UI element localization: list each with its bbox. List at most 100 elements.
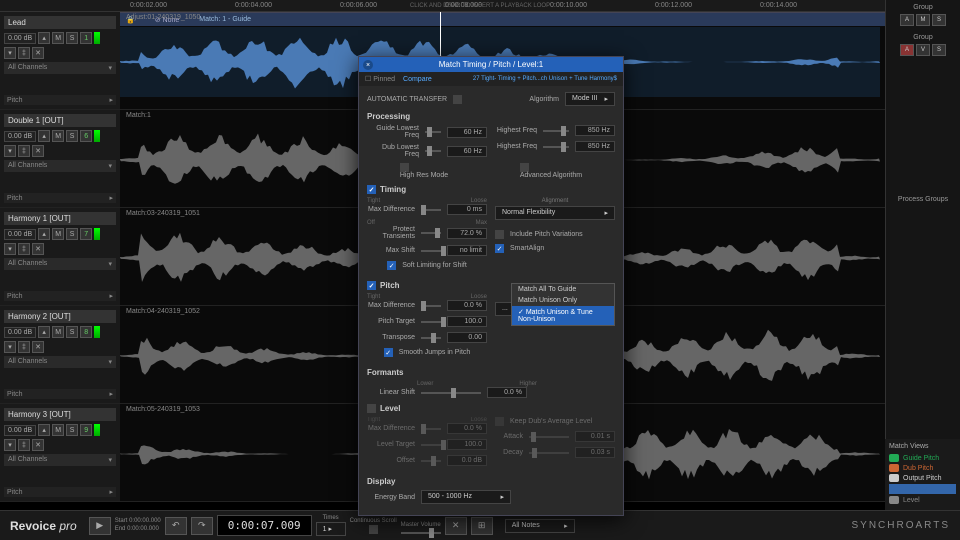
- auto-transfer-checkbox[interactable]: [453, 95, 462, 104]
- mute-button[interactable]: M: [52, 326, 64, 338]
- mute-button[interactable]: M: [52, 32, 64, 44]
- db-up-button[interactable]: ▴: [38, 130, 50, 142]
- solo-button[interactable]: S: [66, 32, 78, 44]
- track-num[interactable]: 7: [80, 228, 92, 240]
- timeline-ruler[interactable]: 0:00:02.000 0:00:04.000 0:00:06.000 0:00…: [0, 0, 960, 12]
- db-value[interactable]: 0.00 dB: [4, 131, 36, 142]
- track-name[interactable]: Harmony 3 [OUT]: [4, 408, 116, 421]
- dd-match-unison[interactable]: Match Unison Only: [512, 295, 614, 306]
- play-button[interactable]: ▶: [89, 517, 111, 535]
- collapse-button[interactable]: ▾: [4, 145, 16, 157]
- match-view-item[interactable]: Output Pitch: [889, 474, 956, 482]
- group-s2-button[interactable]: S: [932, 44, 946, 56]
- track-name[interactable]: Harmony 1 [OUT]: [4, 212, 116, 225]
- mute-button[interactable]: M: [52, 228, 64, 240]
- track-num[interactable]: 8: [80, 326, 92, 338]
- timing-checkbox[interactable]: ✓: [367, 185, 376, 194]
- redo-button[interactable]: ↷: [191, 517, 213, 535]
- undo-button[interactable]: ↶: [165, 517, 187, 535]
- match-view-item[interactable]: Energy: [889, 484, 956, 494]
- pitch-label[interactable]: Pitch▸: [4, 95, 116, 105]
- height-button[interactable]: ‡: [18, 341, 30, 353]
- alignment-dropdown[interactable]: Normal Flexibility▸: [495, 206, 615, 220]
- lock-off-button[interactable]: ✕: [32, 341, 44, 353]
- collapse-button[interactable]: ▾: [4, 243, 16, 255]
- channels-dropdown[interactable]: All Channels▾: [4, 356, 116, 368]
- soft-limit-checkbox[interactable]: ✓: [387, 261, 396, 270]
- track-num[interactable]: 1: [80, 32, 92, 44]
- times-dropdown[interactable]: 1 ▸: [316, 522, 346, 536]
- collapse-button[interactable]: ▾: [4, 47, 16, 59]
- track-name[interactable]: Lead: [4, 16, 116, 29]
- match-view-item[interactable]: Level: [889, 496, 956, 504]
- compare-button[interactable]: Compare: [403, 76, 432, 83]
- smartalign-checkbox[interactable]: ✓: [495, 244, 504, 253]
- all-notes-dropdown[interactable]: All Notes▸: [505, 519, 575, 533]
- track-num[interactable]: 9: [80, 424, 92, 436]
- height-button[interactable]: ‡: [18, 47, 30, 59]
- collapse-button[interactable]: ▾: [4, 439, 16, 451]
- pitch-label[interactable]: Pitch▸: [4, 487, 116, 497]
- dialog-title-bar[interactable]: × Match Timing / Pitch / Level:1: [359, 57, 623, 72]
- solo-button[interactable]: S: [66, 326, 78, 338]
- scroll-checkbox[interactable]: [369, 525, 378, 534]
- energy-band-dropdown[interactable]: 500 - 1000 Hz▸: [421, 490, 511, 504]
- solo-button[interactable]: S: [66, 228, 78, 240]
- tool-button-1[interactable]: ✕: [445, 517, 467, 535]
- mute-button[interactable]: M: [52, 424, 64, 436]
- guide-bar[interactable]: 🔒 ⊘ None Match: 1 - Guide: [120, 12, 885, 26]
- channels-dropdown[interactable]: All Channels▾: [4, 454, 116, 466]
- db-up-button[interactable]: ▴: [38, 326, 50, 338]
- group-s-button[interactable]: S: [932, 14, 946, 26]
- high-res-checkbox[interactable]: [400, 163, 409, 172]
- group-v-button[interactable]: V: [916, 44, 930, 56]
- channels-dropdown[interactable]: All Channels▾: [4, 258, 116, 270]
- close-icon[interactable]: ×: [363, 60, 373, 70]
- collapse-button[interactable]: ▾: [4, 341, 16, 353]
- pitch-maxdiff-slider[interactable]: [421, 302, 441, 310]
- height-button[interactable]: ‡: [18, 243, 30, 255]
- solo-button[interactable]: S: [66, 424, 78, 436]
- lock-off-button[interactable]: ✕: [32, 439, 44, 451]
- db-value[interactable]: 0.00 dB: [4, 229, 36, 240]
- match-view-item[interactable]: Guide Pitch: [889, 454, 956, 462]
- dd-match-all[interactable]: Match All To Guide: [512, 284, 614, 295]
- height-button[interactable]: ‡: [18, 439, 30, 451]
- lock-off-button[interactable]: ✕: [32, 145, 44, 157]
- pitch-target-slider[interactable]: [421, 318, 441, 326]
- track-name[interactable]: Double 1 [OUT]: [4, 114, 116, 127]
- preset-dropdown[interactable]: 27 Tight- Timing + Pitch...ch Unison + T…: [473, 76, 617, 82]
- maxshift-slider[interactable]: [421, 247, 441, 255]
- algorithm-dropdown[interactable]: Mode III▸: [565, 92, 615, 106]
- pitch-checkbox[interactable]: ✓: [367, 281, 376, 290]
- pinned-checkbox[interactable]: ☐ Pinned: [365, 75, 395, 83]
- formant-slider[interactable]: [421, 389, 481, 397]
- channels-dropdown[interactable]: All Channels▾: [4, 160, 116, 172]
- group-a2-button[interactable]: A: [900, 44, 914, 56]
- db-value[interactable]: 0.00 dB: [4, 425, 36, 436]
- db-up-button[interactable]: ▴: [38, 228, 50, 240]
- db-value[interactable]: 0.00 dB: [4, 33, 36, 44]
- height-button[interactable]: ‡: [18, 145, 30, 157]
- dd-match-tune[interactable]: ✓ Match Unison & Tune Non-Unison: [512, 306, 614, 325]
- lock-off-button[interactable]: ✕: [32, 47, 44, 59]
- pitch-label[interactable]: Pitch▸: [4, 389, 116, 399]
- transpose-slider[interactable]: [421, 334, 441, 342]
- adv-algo-checkbox[interactable]: [520, 163, 529, 172]
- lock-off-button[interactable]: ✕: [32, 243, 44, 255]
- track-name[interactable]: Harmony 2 [OUT]: [4, 310, 116, 323]
- timing-maxdiff-slider[interactable]: [421, 206, 441, 214]
- match-view-item[interactable]: Dub Pitch: [889, 464, 956, 472]
- pitch-label[interactable]: Pitch▸: [4, 193, 116, 203]
- tool-button-2[interactable]: ⊞: [471, 517, 493, 535]
- group-a-button[interactable]: A: [900, 14, 914, 26]
- channels-dropdown[interactable]: All Channels▾: [4, 62, 116, 74]
- solo-button[interactable]: S: [66, 130, 78, 142]
- inc-pitch-checkbox[interactable]: [495, 230, 504, 239]
- protect-slider[interactable]: [421, 229, 441, 237]
- track-num[interactable]: 6: [80, 130, 92, 142]
- pitch-label[interactable]: Pitch▸: [4, 291, 116, 301]
- level-checkbox[interactable]: [367, 404, 376, 413]
- db-up-button[interactable]: ▴: [38, 424, 50, 436]
- group-m-button[interactable]: M: [916, 14, 930, 26]
